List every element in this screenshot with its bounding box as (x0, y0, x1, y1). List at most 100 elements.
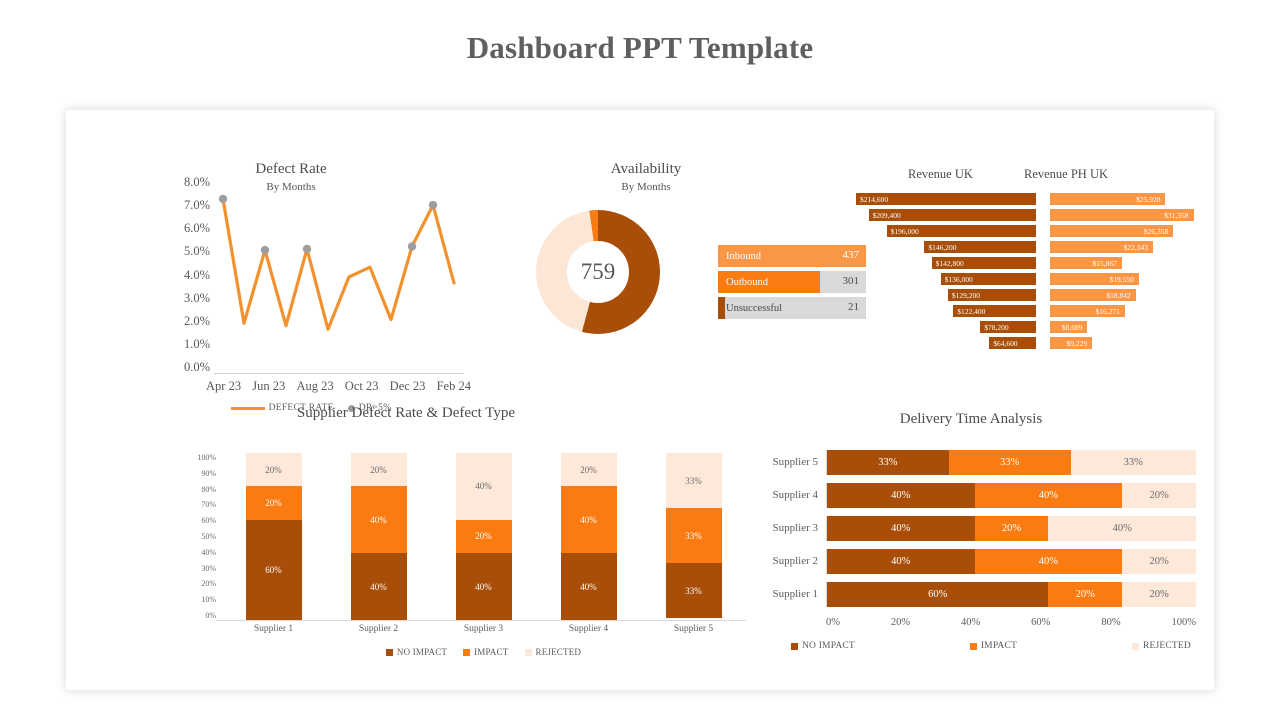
funnel-bar: $19,550 (1050, 273, 1139, 285)
funnel-row: $25,928 (1050, 193, 1206, 205)
funnel-row: $129,200 (856, 289, 1036, 301)
y-tick-label: 0% (205, 610, 216, 620)
revenue-uk-value: $136,000 (944, 274, 973, 284)
revenue-ph-uk-value: $15,867 (1092, 258, 1117, 268)
revenue-uk-value: $129,200 (951, 290, 980, 300)
revenue-uk-value: $214,600 (860, 194, 889, 204)
revenue-ph-uk-value: $9,229 (1066, 338, 1088, 348)
x-tick-label: Apr 23 (206, 379, 242, 393)
y-tick-label: 0.0% (183, 360, 210, 374)
supplier-column: 33% 33% 33% (665, 453, 722, 620)
supplier-defect-axis-line (216, 620, 746, 621)
y-tick-label: 100% (197, 453, 216, 462)
availability-legend-row: Inbound 437 (718, 245, 866, 267)
legend-label: IMPACT (474, 647, 509, 657)
segment-impact: 20% (455, 519, 512, 554)
revenue-uk-value: $146,200 (928, 242, 957, 252)
funnel-bar: $31,358 (1050, 209, 1194, 221)
funnel-row: $142,800 (856, 257, 1036, 269)
segment-no-impact: 33% (827, 449, 949, 475)
funnel-row: $209,400 (856, 209, 1036, 221)
revenue-uk-funnel: $214,600 $209,400 $196,000 $146,200 $142,800… (856, 193, 1036, 353)
segment-rejected: 33% (665, 453, 722, 509)
supplier-column: 20% 20% 60% (245, 453, 302, 620)
legend-label: NO IMPACT (802, 641, 855, 651)
revenue-uk-value: $142,800 (935, 258, 964, 268)
page-title: Dashboard PPT Template (466, 30, 814, 65)
segment-rejected: 40% (1048, 515, 1196, 541)
delivery-row-label: Supplier 3 (772, 522, 818, 534)
donut-center-value: 759 (567, 241, 629, 303)
legend-item: NO IMPACT (791, 641, 855, 651)
x-tick-label: Supplier 3 (463, 624, 504, 634)
supplier-defect-rate-title: Supplier Defect Rate & Defect Type (296, 405, 516, 421)
segment-impact: 40% (974, 548, 1123, 574)
availability-legend: Inbound 437 Outbound 301 Unsuccessful 21 (718, 245, 866, 323)
funnel-row: $18,842 (1050, 289, 1206, 301)
revenue-ph-uk-value: $26,358 (1143, 226, 1169, 236)
funnel-bar: $214,600 (856, 193, 1036, 205)
segment-impact: 40% (350, 486, 407, 554)
availability-donut: 759 (536, 210, 660, 334)
funnel-bar: $129,200 (947, 289, 1036, 301)
supplier-defect-rate-chart: Supplier Defect Rate & Defect Type 100% 9… (96, 405, 746, 670)
funnel-bar: $196,000 (886, 225, 1036, 237)
defect-rate-x-axis: Apr 23 Jun 23 Aug 23 Oct 23 Dec 23 Feb 24 (206, 379, 471, 394)
segment-rejected: 20% (1122, 548, 1196, 574)
delivery-row-label: Supplier 1 (772, 588, 818, 600)
legend-item: REJECTED (524, 647, 582, 657)
defect-rate-title: Defect Rate (255, 161, 327, 177)
segment-no-impact: 60% (245, 519, 302, 620)
funnel-bar: $136,000 (940, 273, 1036, 285)
dr-threshold-marker (407, 242, 417, 251)
funnel-row: $214,600 (856, 193, 1036, 205)
legend-value: 437 (842, 249, 860, 261)
segment-no-impact: 40% (827, 515, 975, 541)
legend-swatch-icon (463, 648, 471, 656)
segment-impact: 33% (665, 508, 722, 564)
delivery-row-label: Supplier 2 (772, 555, 818, 567)
legend-swatch-icon (969, 642, 977, 650)
defect-rate-chart: Defect Rate By Months 8.0% 7.0% 6.0% 5.0% 4.… (96, 155, 476, 430)
availability-title: Availability (610, 161, 682, 177)
funnel-row: $146,200 (856, 241, 1036, 253)
supplier-defect-plot: 20% 20% 60% 20% 40% 40% 40% 20% 40% 20% 40% 40% 33% 3… (221, 453, 746, 620)
revenue-ph-uk-value: $18,842 (1106, 290, 1131, 300)
supplier-column: 40% 20% 40% (455, 453, 512, 620)
segment-no-impact: 40% (350, 553, 407, 620)
legend-label: IMPACT (980, 641, 1018, 651)
y-tick-label: 2.0% (183, 313, 210, 328)
funnel-bar: $122,400 (953, 305, 1036, 317)
funnel-bar: $8,689 (1050, 321, 1088, 333)
y-tick-label: 70% (201, 500, 216, 510)
y-tick-label: 1.0% (183, 336, 210, 351)
delivery-row-track: 40% 40% 20% (826, 548, 1196, 574)
revenue-ph-uk-value: $19,550 (1109, 274, 1134, 284)
delivery-row-label: Supplier 5 (772, 456, 818, 468)
funnel-bar: $18,842 (1050, 289, 1136, 301)
legend-swatch-icon (1131, 642, 1139, 650)
funnel-row: $196,000 (856, 225, 1036, 237)
delivery-time-analysis-chart: Delivery Time Analysis Supplier 5 33% 33% 3… (736, 405, 1206, 670)
revenue-ph-uk-value: $31,358 (1164, 210, 1189, 220)
legend-item: IMPACT (463, 647, 508, 657)
table-row: Supplier 1 60% 20% 20% (746, 579, 1196, 609)
availability-subtitle: By Months (621, 181, 671, 193)
y-tick-label: 5.0% (183, 244, 210, 259)
funnel-bar: $9,229 (1050, 337, 1093, 349)
revenue-ph-uk-title: Revenue PH UK (1024, 167, 1109, 181)
legend-swatch-icon (524, 648, 532, 656)
availability-chart: Availability By Months 759 Inbound 437 Out… (486, 155, 866, 430)
funnel-bar: $22,343 (1050, 241, 1153, 253)
funnel-bar: $15,867 (1050, 257, 1122, 269)
segment-no-impact: 60% (827, 581, 1049, 607)
dashboard-page: Dashboard PPT Template Defect Rate By Mo… (0, 0, 1280, 720)
y-tick-label: 90% (201, 468, 216, 478)
defect-rate-axis-line (214, 373, 464, 374)
legend-swatch-icon (385, 648, 393, 656)
funnel-bar: $26,358 (1050, 225, 1174, 237)
supplier-column: 20% 40% 40% (350, 453, 407, 620)
segment-rejected: 20% (245, 453, 302, 487)
segment-no-impact: 40% (827, 482, 975, 508)
dr-threshold-marker (302, 244, 312, 254)
